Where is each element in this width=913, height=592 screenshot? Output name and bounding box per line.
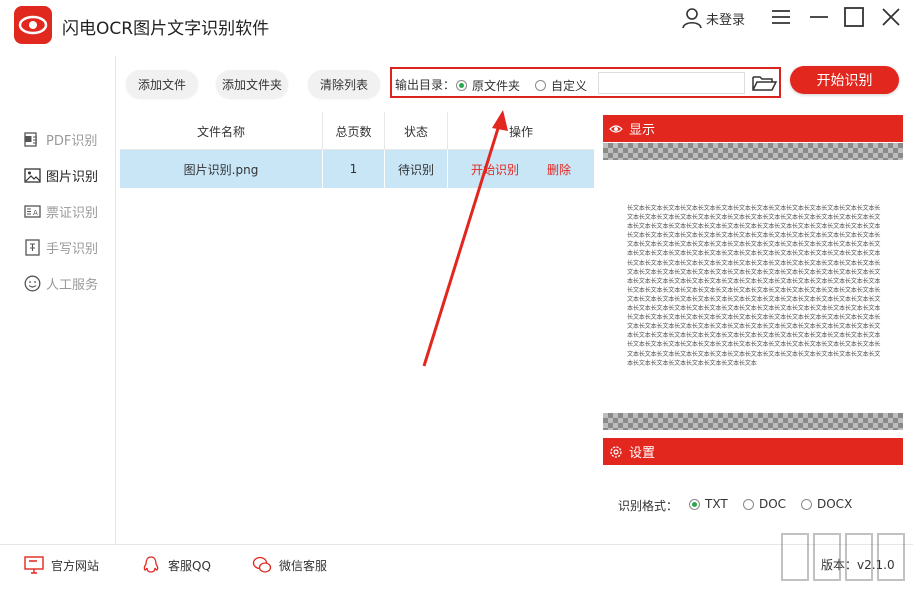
sidebar-item-label: 手写识别	[46, 241, 99, 257]
column-header-action: 操作	[508, 124, 533, 139]
radio-custom-folder[interactable]: 自定义	[535, 77, 587, 94]
minimize-icon[interactable]	[808, 6, 830, 28]
smiley-icon	[24, 275, 41, 291]
radio-label: 自定义	[551, 79, 588, 93]
radio-label: DOCX	[817, 497, 853, 511]
settings-panel-title: 设置	[629, 446, 656, 461]
app-logo-icon	[14, 6, 52, 44]
output-directory-group: 输出目录： 原文件夹 自定义	[390, 67, 781, 98]
qq-service-link[interactable]: 客服QQ	[141, 555, 211, 575]
preview-text: 长文本长文本长文本长文本长文本长文本长文本长文本长文本长文本长文本长文本长文本长…	[627, 205, 881, 367]
sidebar-item-label: 人工服务	[46, 277, 99, 293]
column-header-name: 文件名称	[120, 112, 323, 150]
sidebar-item-label: 图片识别	[46, 169, 99, 185]
clear-list-button[interactable]: 清除列表	[308, 70, 380, 98]
preview-area: 长文本长文本长文本长文本长文本长文本长文本长文本长文本长文本长文本长文本长文本长…	[603, 160, 903, 412]
wechat-icon	[252, 556, 272, 573]
wechat-service-link[interactable]: 微信客服	[252, 555, 327, 575]
maximize-icon[interactable]	[843, 6, 865, 28]
login-button[interactable]: 未登录	[681, 6, 745, 30]
output-directory-label: 输出目录：	[395, 78, 456, 92]
radio-label: TXT	[705, 497, 728, 511]
delete-link[interactable]: 删除	[547, 161, 571, 178]
app-title: 闪电OCR图片文字识别软件	[62, 19, 270, 39]
file-table: 文件名称 总页数 状态 操作 图片识别.png 1 待识别 开始识别 删除	[120, 112, 594, 188]
table-header: 文件名称 总页数 状态 操作	[120, 112, 594, 150]
official-website-link[interactable]: 官方网站	[24, 555, 99, 575]
format-radio-txt[interactable]: TXT	[689, 497, 728, 511]
wechat-service-label: 微信客服	[279, 558, 328, 573]
radio-dot	[801, 498, 812, 510]
start-recognition-link[interactable]: 开始识别	[471, 161, 519, 178]
preview-panel-header: 显示	[603, 115, 903, 142]
sidebar-item-service[interactable]: 人工服务	[24, 272, 98, 294]
radio-dot	[743, 498, 754, 510]
action-cell: 开始识别 删除	[448, 150, 594, 188]
handwriting-icon	[25, 238, 40, 256]
start-recognition-button[interactable]: 开始识别	[790, 66, 899, 94]
sidebar-item-handwriting[interactable]: 手写识别	[24, 236, 98, 258]
sidebar-item-pdf[interactable]: PDF识别	[24, 128, 97, 150]
close-icon[interactable]	[880, 6, 902, 28]
qq-service-label: 客服QQ	[168, 558, 211, 573]
eye-icon	[609, 124, 623, 133]
radio-dot-selected	[456, 80, 467, 91]
title-bar: 闪电OCR图片文字识别软件 未登录	[0, 0, 913, 48]
table-row[interactable]: 图片识别.png 1 待识别 开始识别 删除	[120, 150, 594, 188]
radio-label: DOC	[759, 497, 787, 511]
gear-icon	[610, 445, 622, 458]
pdf-icon	[24, 131, 37, 147]
preview-bottom-pattern	[603, 413, 903, 430]
preview-panel-title: 显示	[629, 123, 656, 138]
settings-panel-header: 设置	[603, 438, 903, 465]
format-radio-docx[interactable]: DOCX	[801, 497, 852, 511]
radio-dot	[535, 80, 546, 91]
sidebar-item-image[interactable]: 图片识别	[24, 164, 98, 186]
radio-dot-selected	[689, 498, 700, 510]
page-count-cell: 1	[323, 150, 385, 188]
browse-folder-icon[interactable]	[749, 72, 779, 94]
column-header-status: 状态	[385, 112, 448, 150]
svg-text:A: A	[33, 209, 38, 217]
version-label: 版本：v2.1.0	[821, 558, 895, 572]
image-icon	[24, 167, 41, 183]
menu-icon[interactable]	[770, 6, 792, 28]
sidebar-item-label: 票证识别	[46, 205, 99, 221]
sidebar-item-label: PDF识别	[46, 133, 98, 149]
login-status-label: 未登录	[706, 12, 746, 28]
file-name-cell: 图片识别.png	[120, 150, 323, 188]
settings-area: 识别格式： TXT DOC DOCX	[603, 465, 903, 541]
ticket-icon: A	[24, 204, 41, 218]
sidebar-item-ticket[interactable]: A 票证识别	[24, 200, 98, 222]
radio-original-folder[interactable]: 原文件夹	[456, 77, 520, 94]
add-folder-button[interactable]: 添加文件夹	[216, 70, 288, 98]
preview-top-pattern	[603, 143, 903, 160]
user-icon	[682, 8, 702, 29]
monitor-icon	[24, 556, 44, 574]
status-cell: 待识别	[385, 150, 448, 188]
output-path-input[interactable]	[598, 72, 745, 94]
footer: 官方网站 客服QQ 微信客服 版本：v2.1.0	[0, 544, 913, 592]
format-radio-doc[interactable]: DOC	[743, 497, 786, 511]
add-file-button[interactable]: 添加文件	[126, 70, 198, 98]
radio-label: 原文件夹	[472, 79, 521, 93]
qq-icon	[143, 556, 159, 573]
column-header-pages: 总页数	[323, 112, 385, 150]
official-website-label: 官方网站	[51, 558, 100, 573]
format-label: 识别格式：	[618, 499, 679, 513]
